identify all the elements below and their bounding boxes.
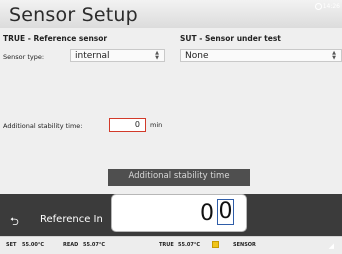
- status-color-swatch: [212, 241, 219, 248]
- stability-time-input[interactable]: 0: [109, 118, 146, 132]
- true-value: 55.07°C: [178, 242, 200, 248]
- back-arrow-icon[interactable]: ⮌: [10, 213, 19, 232]
- stability-time-unit: min: [150, 121, 163, 129]
- signal-icon: ◢: [328, 242, 334, 250]
- numpad-title: Additional stability time: [108, 169, 250, 186]
- status-bar: SET 55.00°C READ 55.07°C TRUE 55.07°C SE…: [0, 236, 342, 254]
- set-value: 55.00°C: [22, 242, 44, 248]
- clock: 14:26: [314, 3, 340, 10]
- title-bar: Sensor Setup 14:26: [0, 0, 342, 28]
- read-value: 55.07°C: [83, 242, 105, 248]
- numpad-digit: 0: [200, 201, 214, 226]
- sensor-type-label: Sensor type:: [3, 53, 45, 61]
- reference-sensor-type-value: internal: [75, 51, 110, 61]
- spinner-arrows-icon: ▲ ▼: [332, 50, 336, 61]
- numpad-cursor-digit[interactable]: 0: [217, 199, 234, 225]
- reference-input-button[interactable]: Reference In: [40, 214, 103, 225]
- true-label: TRUE: [159, 242, 174, 248]
- numpad-display[interactable]: 0 0: [111, 194, 247, 232]
- sut-sensor-type-value: None: [185, 51, 209, 61]
- reference-sensor-type-select[interactable]: internal ▲ ▼: [70, 49, 165, 62]
- sut-sensor-type-select[interactable]: None ▲ ▼: [180, 49, 342, 62]
- sensor-label: SENSOR: [233, 242, 256, 248]
- clock-time: 14:26: [322, 3, 340, 10]
- read-label: READ: [63, 242, 79, 248]
- stability-time-label: Additional stability time:: [3, 122, 83, 130]
- spinner-arrows-icon: ▲ ▼: [155, 50, 159, 61]
- sut-heading: SUT - Sensor under test: [180, 34, 281, 43]
- page-title: Sensor Setup: [9, 4, 138, 26]
- set-label: SET: [6, 242, 17, 248]
- clock-icon: [314, 3, 322, 10]
- reference-heading: TRUE - Reference sensor: [3, 34, 108, 43]
